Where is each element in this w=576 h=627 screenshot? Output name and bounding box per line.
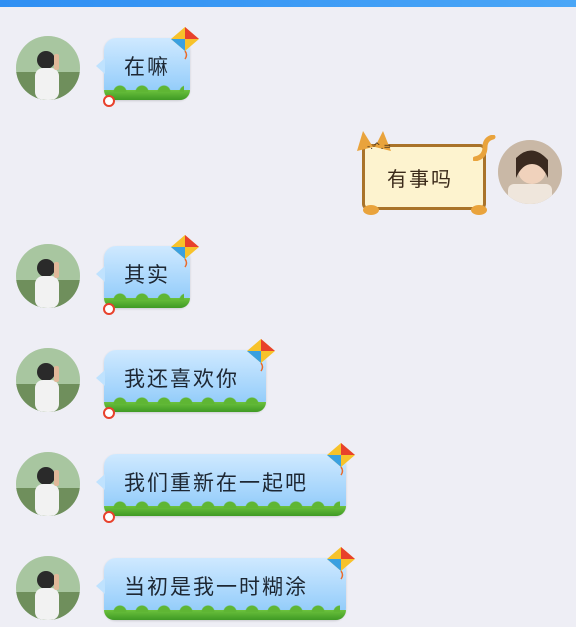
- cat-tail-icon: [473, 135, 496, 161]
- message-bubble[interactable]: 我们重新在一起吧: [96, 443, 355, 523]
- message-row: 当初是我一时糊涂: [0, 547, 576, 627]
- message-bubble[interactable]: 我还喜欢你: [96, 339, 275, 419]
- kite-icon: [171, 27, 199, 60]
- message-text: 当初是我一时糊涂: [124, 575, 308, 599]
- boy-avatar-icon[interactable]: [16, 452, 80, 516]
- message-row: 在嘛: [0, 27, 576, 116]
- kite-spool-icon: [103, 407, 115, 419]
- top-bar: [0, 0, 576, 7]
- message-text: 其实: [124, 263, 170, 287]
- kite-icon: [327, 443, 355, 476]
- message-bubble[interactable]: 在嘛: [96, 27, 199, 107]
- kite-icon: [247, 339, 275, 372]
- message-row: 我们重新在一起吧: [0, 443, 576, 532]
- kite-spool-icon: [103, 95, 115, 107]
- message-text: 我们重新在一起吧: [124, 471, 308, 495]
- grass-decoration: [104, 500, 346, 516]
- grass-decoration: [104, 396, 266, 412]
- boy-avatar-icon[interactable]: [16, 36, 80, 100]
- message-text: 有事吗: [387, 167, 453, 191]
- message-bubble[interactable]: 其实: [96, 235, 199, 315]
- girl-avatar-icon[interactable]: [498, 140, 562, 204]
- boy-avatar-icon[interactable]: [16, 556, 80, 620]
- grass-decoration: [104, 604, 346, 620]
- message-text: 在嘛: [124, 55, 170, 79]
- cat-ears-icon: -.^.=: [357, 131, 391, 152]
- kite-icon: [327, 547, 355, 580]
- message-text: 我还喜欢你: [124, 367, 239, 391]
- cat-paws-icon: [363, 205, 487, 215]
- message-row: 有事吗 -.^.=: [0, 131, 576, 215]
- message-row: 其实: [0, 235, 576, 324]
- message-bubble[interactable]: 当初是我一时糊涂: [96, 547, 355, 620]
- boy-avatar-icon[interactable]: [16, 348, 80, 412]
- boy-avatar-icon[interactable]: [16, 244, 80, 308]
- kite-spool-icon: [103, 303, 115, 315]
- kite-icon: [171, 235, 199, 268]
- message-row: 我还喜欢你: [0, 339, 576, 428]
- message-bubble[interactable]: 有事吗 -.^.=: [357, 131, 496, 215]
- kite-spool-icon: [103, 511, 115, 523]
- svg-text:-.^.=: -.^.=: [367, 142, 391, 152]
